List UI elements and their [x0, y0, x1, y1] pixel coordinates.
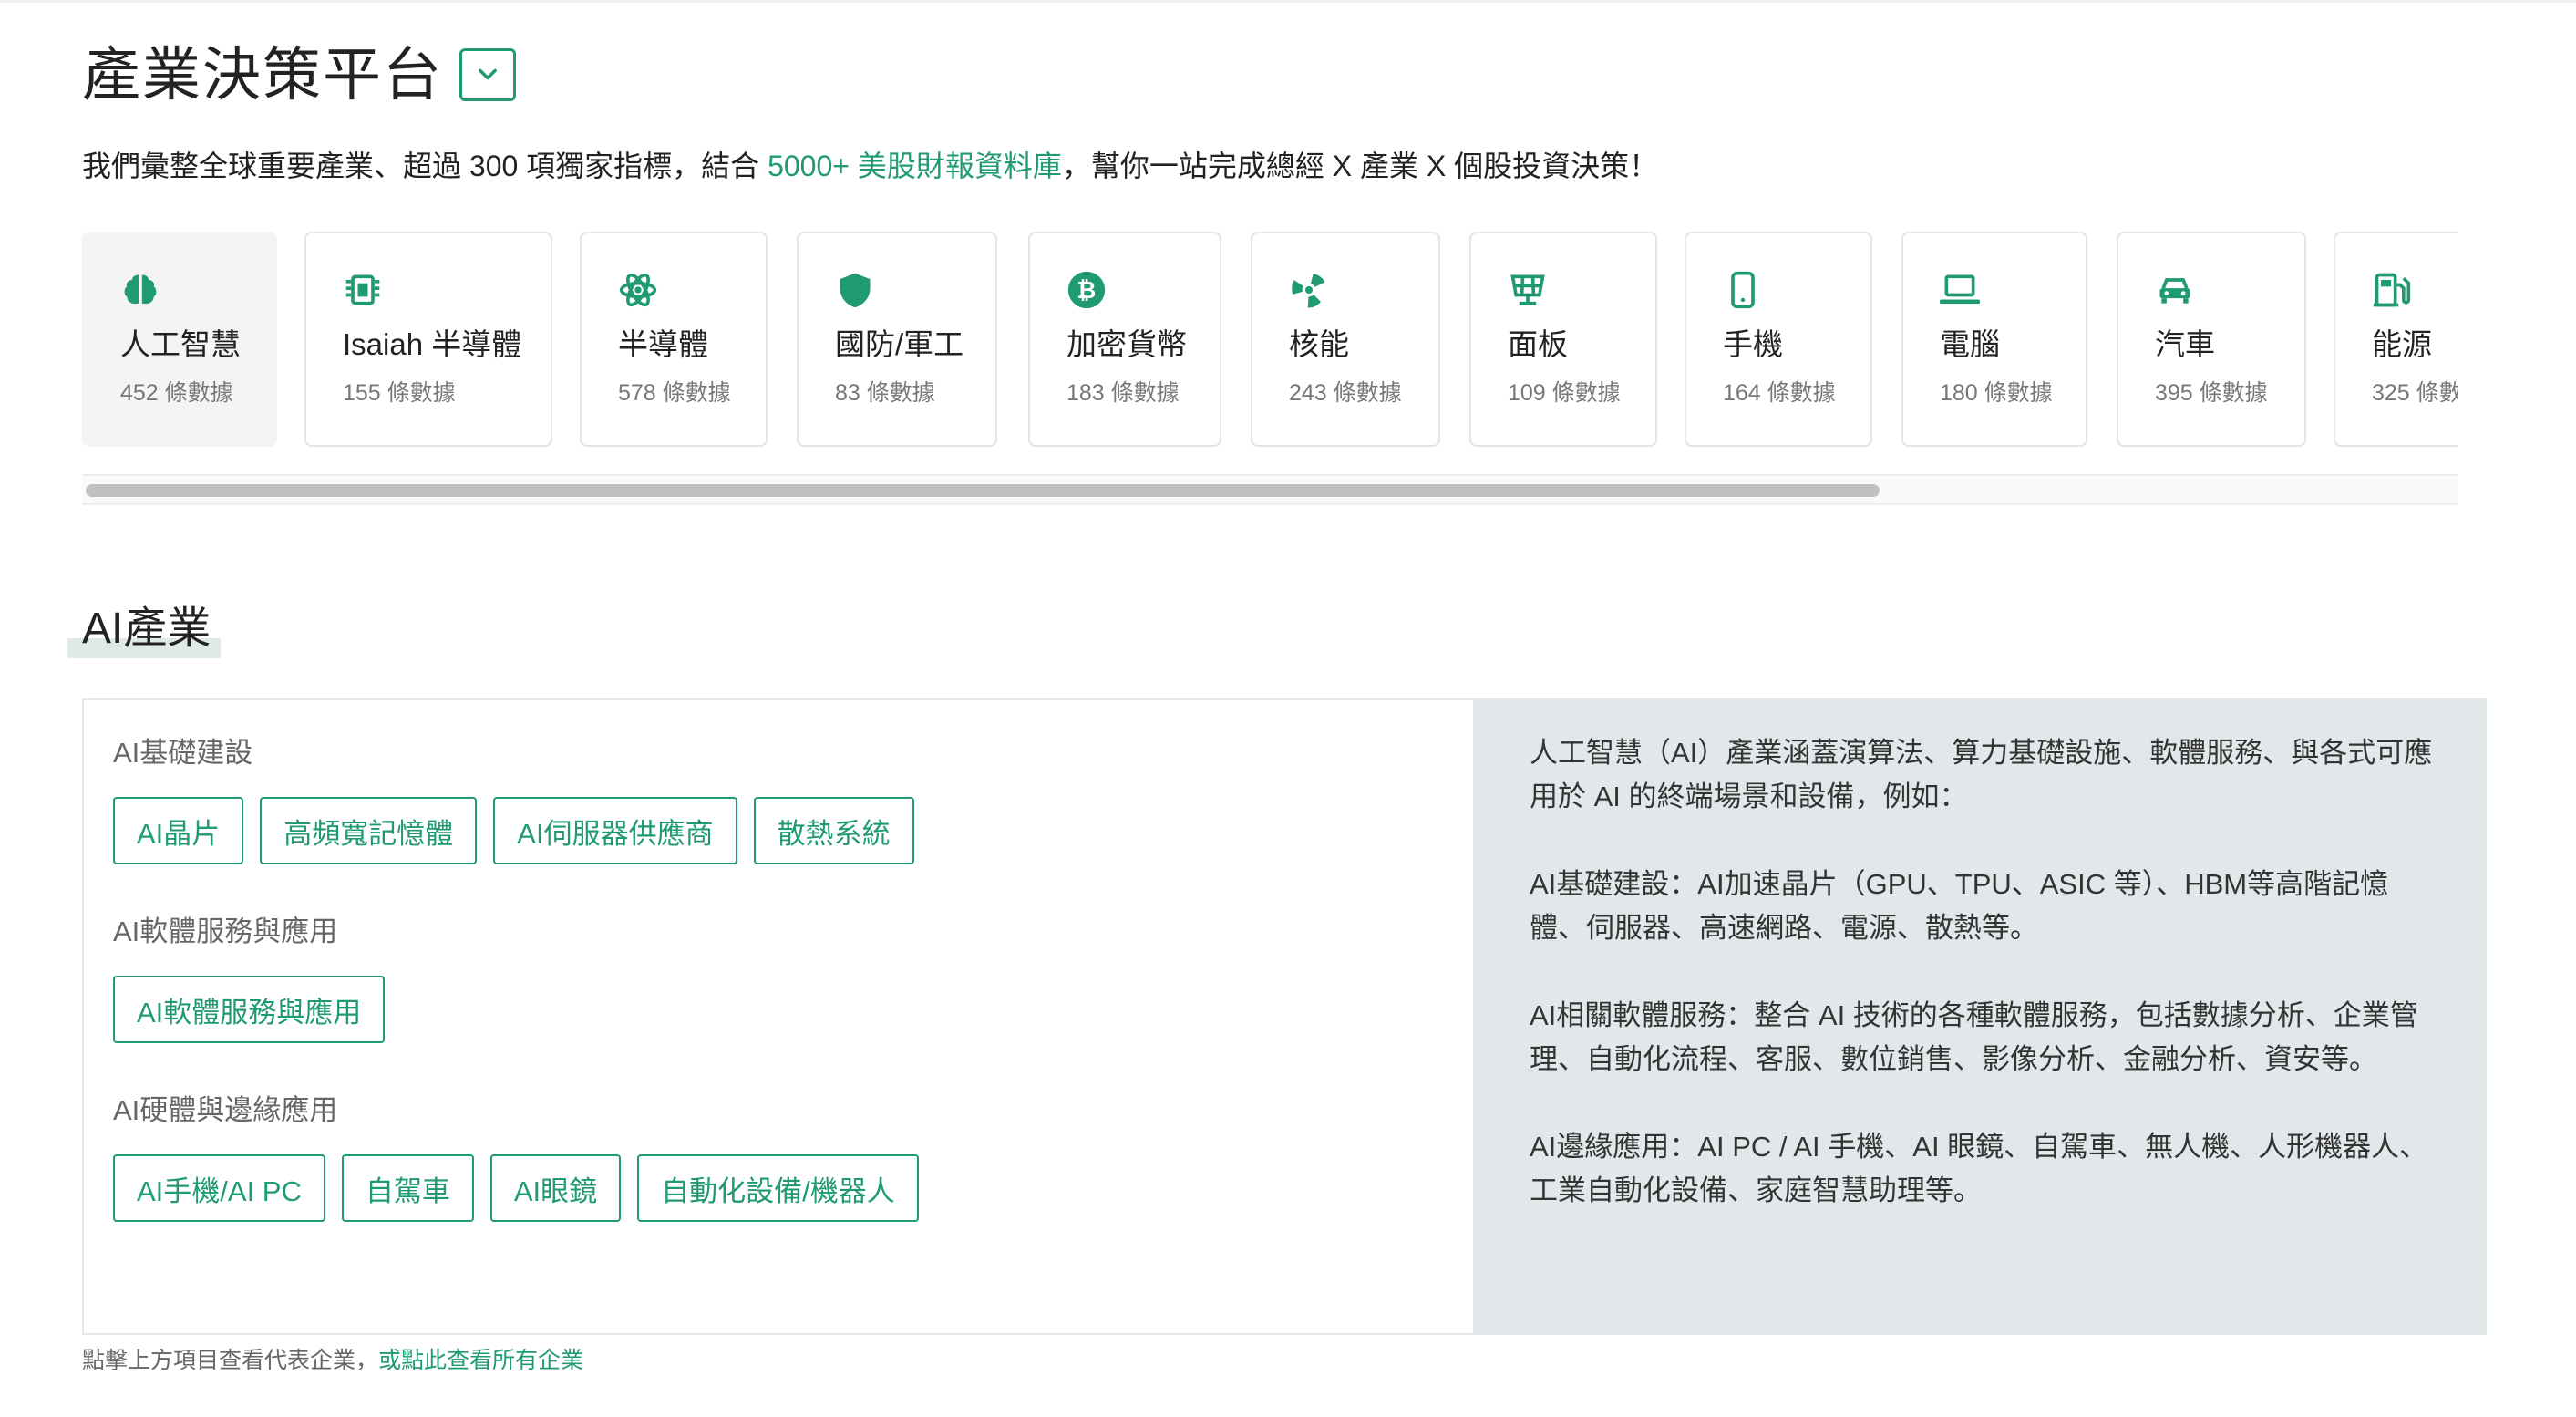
tag-ai-phone-pc[interactable]: AI手機/AI PC [113, 1154, 325, 1222]
category-card-isaiah-semiconductor[interactable]: Isaiah 半導體 155 條數據 [304, 232, 552, 447]
category-count: 243 條數據 [1289, 380, 1402, 406]
tag-ai-chip[interactable]: AI晶片 [113, 797, 244, 864]
footnote: 點擊上方項目查看代表企業，或點此查看所有企業 [82, 1345, 583, 1376]
category-count: 83 條數據 [835, 380, 935, 406]
description-software: AI相關軟體服務：整合 AI 技術的各種軟體服務，包括數據分析、企業管理、自動化… [1530, 999, 2418, 1075]
top-border [0, 0, 2576, 3]
category-card-nuclear[interactable]: 核能 243 條數據 [1251, 232, 1440, 447]
tag-autonomous-car[interactable]: 自駕車 [341, 1154, 474, 1222]
platform-dropdown-button[interactable] [459, 48, 516, 101]
solar-panel-icon [1510, 274, 1545, 305]
category-card-panel[interactable]: 面板 109 條數據 [1469, 232, 1657, 447]
tag-cooling-system[interactable]: 散熱系統 [753, 797, 914, 864]
industry-panel: AI基礎建設 AI晶片 高頻寬記憶體 AI伺服器供應商 散熱系統 AI軟體服務與… [82, 698, 2487, 1335]
industry-description: 人工智慧（AI）產業涵蓋演算法、算力基礎設施、軟體服務、與各式可應用於 AI 的… [1530, 731, 2441, 1257]
fuel-pump-icon [2373, 273, 2411, 307]
category-count: 180 條數據 [1940, 380, 2053, 406]
category-name: 汽車 [2155, 327, 2215, 361]
financial-database-link[interactable]: 5000+ 美股財報資料庫 [768, 150, 1062, 182]
chip-icon [345, 274, 380, 305]
view-all-companies-link[interactable]: 或點此查看所有企業 [378, 1348, 583, 1373]
section-title: AI產業 [82, 605, 211, 653]
category-name: 手機 [1723, 327, 1783, 361]
category-name: 半導體 [618, 327, 708, 361]
svg-text:₿: ₿ [1077, 277, 1097, 305]
category-card-defense[interactable]: 國防/軍工 83 條數據 [797, 232, 997, 447]
tag-hbm[interactable]: 高頻寬記憶體 [260, 797, 478, 864]
category-name: 電腦 [1940, 327, 2000, 361]
group-label-ai-hardware-edge: AI硬體與邊緣應用 [113, 1094, 338, 1126]
intro-text-after: ，幫你一站完成總經 X 產業 X 個股投資決策！ [1061, 150, 1659, 182]
atom-icon [619, 273, 657, 307]
category-count: 395 條數據 [2155, 380, 2268, 406]
chevron-down-icon [479, 68, 497, 80]
tag-row-ai-software: AI軟體服務與應用 [113, 976, 386, 1043]
category-card-crypto[interactable]: ₿ 加密貨幣 183 條數據 [1028, 232, 1221, 447]
group-label-ai-software: AI軟體服務與應用 [113, 915, 338, 947]
category-name: 能源 [2372, 327, 2432, 361]
description-intro: 人工智慧（AI）產業涵蓋演算法、算力基礎設施、軟體服務、與各式可應用於 AI 的… [1530, 737, 2433, 812]
tag-row-ai-hardware-edge: AI手機/AI PC 自駕車 AI眼鏡 自動化設備/機器人 [113, 1154, 919, 1222]
tag-ai-software-services[interactable]: AI軟體服務與應用 [113, 976, 386, 1043]
category-strip: 人工智慧 452 條數據 Isaiah 半導體 155 條數據 半導體 578 … [82, 232, 2458, 450]
group-label-ai-infrastructure: AI基礎建設 [113, 737, 253, 769]
shield-icon [840, 273, 871, 308]
footnote-text: 點擊上方項目查看代表企業， [82, 1348, 379, 1373]
category-name: 加密貨幣 [1066, 327, 1187, 361]
category-name: 核能 [1289, 327, 1349, 361]
category-card-energy[interactable]: 能源 325 條數據 [2334, 232, 2458, 447]
subcategory-list: AI基礎建設 AI晶片 高頻寬記憶體 AI伺服器供應商 散熱系統 AI軟體服務與… [84, 700, 1473, 1333]
category-count: 155 條數據 [343, 380, 456, 406]
industry-description-panel: 人工智慧（AI）產業涵蓋演算法、算力基礎設施、軟體服務、與各式可應用於 AI 的… [1473, 698, 2487, 1335]
phone-icon [1731, 271, 1755, 309]
scrollbar-thumb[interactable] [86, 484, 1880, 497]
header: 產業決策平台 [82, 38, 516, 111]
category-card-phone[interactable]: 手機 164 條數據 [1685, 232, 1872, 447]
category-card-semiconductor[interactable]: 半導體 578 條數據 [580, 232, 768, 447]
tag-row-ai-infrastructure: AI晶片 高頻寬記憶體 AI伺服器供應商 散熱系統 [113, 797, 914, 864]
laptop-icon [1940, 274, 1980, 305]
description-edge: AI邊緣應用：AI PC / AI 手機、AI 眼鏡、自駕車、無人機、人形機器人… [1530, 1131, 2428, 1206]
tag-ai-server-supplier[interactable]: AI伺服器供應商 [493, 797, 737, 864]
category-name: 國防/軍工 [835, 327, 964, 361]
category-count: 578 條數據 [618, 380, 731, 406]
category-count: 109 條數據 [1508, 380, 1621, 406]
bitcoin-icon: ₿ [1067, 271, 1106, 309]
tag-automation-robotics[interactable]: 自動化設備/機器人 [637, 1154, 919, 1222]
car-icon [2159, 278, 2190, 304]
category-count: 325 條數據 [2372, 380, 2458, 406]
brain-icon [124, 274, 157, 305]
radiation-icon [1292, 274, 1325, 308]
category-name: 人工智慧 [120, 327, 241, 361]
description-infrastructure: AI基礎建設：AI加速晶片（GPU、TPU、ASIC 等）、HBM等高階記憶體、… [1530, 868, 2389, 944]
category-name: Isaiah 半導體 [343, 327, 522, 361]
category-scrollbar[interactable] [82, 474, 2458, 505]
intro-text-before: 我們彙整全球重要產業、超過 300 項獨家指標，結合 [82, 150, 768, 182]
category-card-ai[interactable]: 人工智慧 452 條數據 [82, 232, 277, 447]
page-title: 產業決策平台 [82, 42, 443, 108]
category-count: 452 條數據 [120, 380, 233, 406]
intro-text: 我們彙整全球重要產業、超過 300 項獨家指標，結合 5000+ 美股財報資料庫… [82, 146, 1658, 186]
category-card-automotive[interactable]: 汽車 395 條數據 [2117, 232, 2306, 447]
category-count: 164 條數據 [1723, 380, 1836, 406]
tag-ai-glasses[interactable]: AI眼鏡 [489, 1154, 622, 1222]
category-name: 面板 [1508, 327, 1568, 361]
category-card-computer[interactable]: 電腦 180 條數據 [1901, 232, 2087, 447]
category-count: 183 條數據 [1066, 380, 1180, 406]
